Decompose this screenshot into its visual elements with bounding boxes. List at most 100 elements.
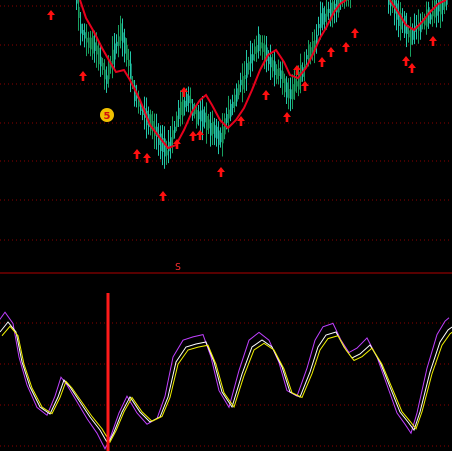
- candle-body: [410, 28, 412, 45]
- candle-body: [176, 115, 178, 128]
- candle-body: [76, 0, 78, 4]
- up-arrow-icon: [429, 36, 437, 46]
- candle-body: [78, 6, 80, 19]
- signal-badge-label: 5: [104, 111, 111, 122]
- candle-body: [326, 9, 328, 17]
- candle-body: [102, 62, 104, 70]
- candle-body: [88, 37, 90, 48]
- oscillator-panel[interactable]: [0, 293, 452, 451]
- candle-body: [206, 115, 208, 131]
- candle-body: [214, 125, 216, 138]
- stock-chart[interactable]: 5 S: [0, 0, 452, 451]
- candle-body: [430, 14, 432, 20]
- candle-body: [294, 78, 296, 92]
- candle-body: [256, 44, 258, 53]
- candle-body: [84, 32, 86, 39]
- up-arrow-shape: [351, 28, 359, 38]
- candle-body: [92, 35, 94, 54]
- candle-body: [100, 56, 102, 67]
- candle-body: [106, 75, 108, 84]
- candle-body: [272, 60, 274, 72]
- candle-body: [270, 57, 272, 68]
- candle-body: [210, 122, 212, 136]
- candle-body: [180, 101, 182, 115]
- candle-body: [254, 46, 256, 54]
- candle-body: [252, 54, 254, 61]
- up-arrow-icon: [342, 42, 350, 52]
- candle-body: [98, 47, 100, 65]
- candle-body: [328, 8, 330, 13]
- up-arrow-shape: [173, 139, 181, 149]
- candle-body: [160, 133, 162, 152]
- moving-average-line: [79, 0, 447, 150]
- up-arrow-shape: [429, 36, 437, 46]
- candle-body: [188, 95, 190, 104]
- up-arrow-shape: [402, 56, 410, 66]
- candle-body: [86, 37, 88, 43]
- up-arrow-icon: [189, 131, 197, 141]
- candle-body: [226, 114, 228, 123]
- candle-body: [262, 43, 264, 52]
- candle-body: [118, 36, 120, 46]
- candle-body: [216, 126, 218, 139]
- candle-body: [204, 112, 206, 123]
- candle-body: [276, 68, 278, 80]
- candle-body: [114, 43, 116, 60]
- candle-body: [312, 40, 314, 52]
- candle-body: [116, 41, 118, 47]
- price-panel[interactable]: 5: [47, 0, 448, 201]
- candle-body: [222, 126, 224, 144]
- candle-body: [244, 75, 246, 80]
- candle-body: [286, 82, 288, 98]
- up-arrow-shape: [262, 90, 270, 100]
- candle-body: [190, 98, 192, 104]
- up-arrow-icon: [327, 47, 335, 57]
- up-arrow-shape: [301, 81, 309, 91]
- candle-body: [246, 63, 248, 78]
- up-arrow-shape: [342, 42, 350, 52]
- up-arrow-icon: [47, 10, 55, 20]
- candle-body: [196, 110, 198, 125]
- candle-body: [320, 13, 322, 28]
- candle-body: [296, 81, 298, 87]
- candle-body: [108, 63, 110, 80]
- up-arrow-shape: [217, 167, 225, 177]
- up-arrow-shape: [408, 63, 416, 73]
- up-arrow-shape: [47, 10, 55, 20]
- up-arrow-shape: [318, 57, 326, 67]
- candle-body: [94, 42, 96, 51]
- up-arrow-icon: [173, 139, 181, 149]
- candle-body: [172, 130, 174, 140]
- candle-body: [436, 5, 438, 16]
- candle-body: [324, 13, 326, 22]
- up-arrow-shape: [327, 47, 335, 57]
- candle-body: [186, 94, 188, 106]
- candle-body: [228, 109, 230, 119]
- up-arrow-icon: [283, 112, 291, 122]
- candle-body: [282, 71, 284, 83]
- candle-body: [96, 45, 98, 55]
- oscillator-slow-line: [1, 325, 452, 444]
- candle-body: [128, 59, 130, 66]
- buy-signals: [47, 10, 437, 201]
- candle-body: [268, 56, 270, 65]
- up-arrow-shape: [283, 112, 291, 122]
- up-arrow-icon: [262, 90, 270, 100]
- chart-gridlines: [0, 5, 452, 447]
- candle-body: [274, 61, 276, 76]
- panel-separator-label: S: [175, 262, 181, 273]
- up-arrow-shape: [189, 131, 197, 141]
- up-arrow-icon: [301, 81, 309, 91]
- candle-body: [90, 37, 92, 50]
- candle-body: [260, 42, 262, 49]
- candle-body: [82, 29, 84, 36]
- candle-body: [322, 8, 324, 25]
- candle-body: [234, 94, 236, 107]
- candle-body: [438, 0, 440, 12]
- candle-body: [232, 101, 234, 108]
- candle-body: [230, 103, 232, 117]
- candle-body: [122, 32, 124, 43]
- candle-body: [278, 68, 280, 76]
- candle-body: [280, 70, 282, 79]
- candle-body: [318, 24, 320, 29]
